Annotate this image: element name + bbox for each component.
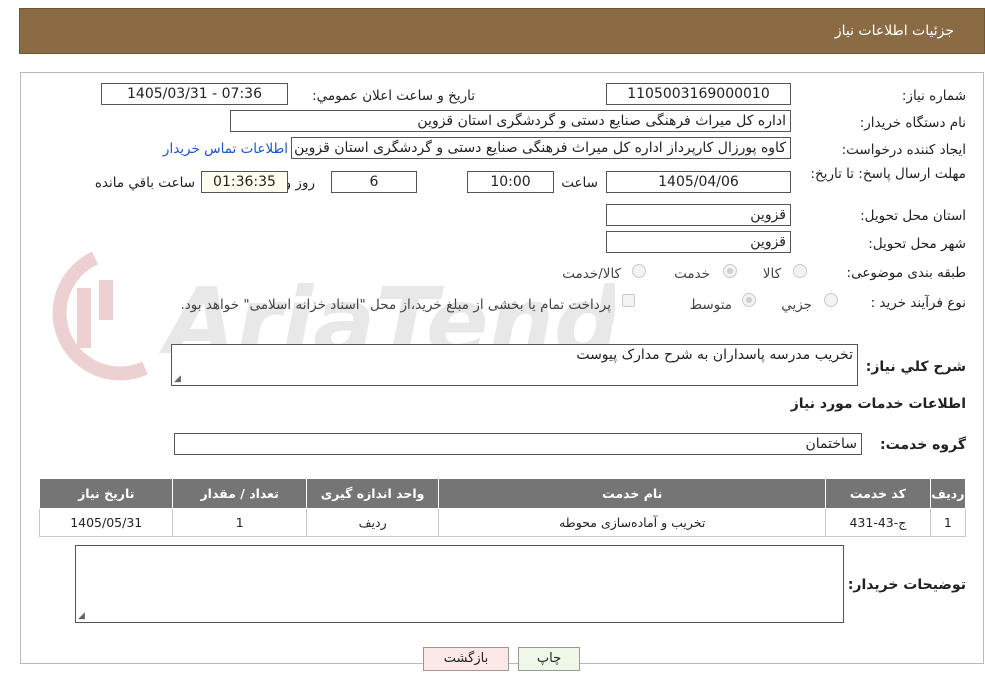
treasury-payment-checkbox[interactable] <box>622 294 635 307</box>
col-need-date: تاريخ نياز <box>38 478 174 509</box>
table-header-row: رديف کد خدمت نام خدمت واحد اندازه گيری ت… <box>38 478 967 509</box>
category-option-service: خدمت <box>674 266 710 282</box>
col-row: رديف <box>929 478 967 509</box>
services-table: رديف کد خدمت نام خدمت واحد اندازه گيری ت… <box>38 478 967 537</box>
remaining-label: ساعت باقي مانده <box>94 175 195 191</box>
treasury-payment-note: پرداخت تمام یا بخشی از مبلغ خرید،از محل … <box>180 297 611 313</box>
remaining-time-field: 01:36:35 <box>201 171 288 193</box>
need-number-label: شماره نیاز: <box>901 88 966 104</box>
page-title: جزئیات اطلاعات نیاز <box>834 23 954 39</box>
cell-row: 1 <box>929 508 967 537</box>
cell-unit: ردیف <box>305 508 440 537</box>
buyer-contact-link[interactable]: اطلاعات تماس خريدار <box>163 141 288 157</box>
col-quantity: تعداد / مقدار <box>172 478 307 509</box>
announce-field: 1405/03/31 - 07:36 <box>101 83 288 105</box>
process-label: نوع فرآيند خريد : <box>870 295 966 311</box>
cell-quantity: 1 <box>172 508 307 537</box>
page-header: جزئیات اطلاعات نیاز <box>19 8 985 54</box>
summary-textarea[interactable]: تخریب مدرسه پاسداران به شرح مدارک پیوست … <box>171 344 858 386</box>
process-option-medium: متوسط <box>689 297 732 313</box>
category-option-goods: کالا <box>762 266 781 282</box>
cell-need-date: 1405/05/31 <box>38 508 174 537</box>
deadline-date-field: 1405/04/06 <box>606 171 791 193</box>
category-radio-service[interactable] <box>723 264 737 278</box>
process-radio-medium[interactable] <box>742 293 756 307</box>
summary-text: تخریب مدرسه پاسداران به شرح مدارک پیوست <box>576 347 853 363</box>
col-unit: واحد اندازه گيری <box>305 478 440 509</box>
city-field: قزوین <box>606 231 791 253</box>
resize-grip-icon: ◢ <box>78 611 85 621</box>
need-number-field: 1105003169000010 <box>606 83 791 105</box>
buyer-notes-textarea[interactable]: ◢ <box>75 545 844 623</box>
summary-label: شرح کلي نياز: <box>865 359 966 375</box>
resize-grip-icon: ◢ <box>174 374 181 384</box>
city-label: شهر محل تحويل: <box>868 236 966 252</box>
province-label: استان محل تحويل: <box>860 208 966 224</box>
table-row: 1 ج-43-431 تخریب و آماده‌سازی محوطه ردیف… <box>38 508 967 537</box>
days-label: روز و <box>284 175 315 191</box>
province-field: قزوین <box>606 204 791 226</box>
deadline-time-label: ساعت <box>561 175 598 191</box>
creator-field: کاوه پورزال کارپرداز اداره کل میراث فرهن… <box>291 137 791 159</box>
back-button[interactable]: بازگشت <box>423 647 509 671</box>
category-radio-goods[interactable] <box>793 264 807 278</box>
category-label: طبقه بندی موضوعی: <box>846 265 966 281</box>
deadline-time-field: 10:00 <box>467 171 554 193</box>
cell-service-code: ج-43-431 <box>825 508 931 537</box>
deadline-label: مهلت ارسال پاسخ: تا تاريخ: <box>810 166 966 182</box>
announce-label: تاریخ و ساعت اعلان عمومي: <box>312 88 475 104</box>
category-radio-goods-service[interactable] <box>632 264 646 278</box>
buyer-notes-label: توضيحات خريدار: <box>847 577 966 593</box>
col-service-name: نام خدمت <box>438 478 827 509</box>
print-button[interactable]: چاپ <box>518 647 580 671</box>
creator-label: ايجاد کننده درخواست: <box>841 142 966 158</box>
services-section-title: اطلاعات خدمات مورد نياز <box>790 396 966 412</box>
process-option-minor: جزيي <box>781 297 812 313</box>
cell-service-name: تخریب و آماده‌سازی محوطه <box>438 508 827 537</box>
col-service-code: کد خدمت <box>825 478 931 509</box>
buyer-org-field: اداره کل میراث فرهنگی صنایع دستی و گردشگ… <box>230 110 791 132</box>
category-option-goods-service: کالا/خدمت <box>562 266 621 282</box>
service-group-label: گروه خدمت: <box>880 437 966 453</box>
days-field: 6 <box>331 171 417 193</box>
buyer-org-label: نام دستگاه خريدار: <box>859 115 966 131</box>
process-radio-minor[interactable] <box>824 293 838 307</box>
service-group-field: ساختمان <box>174 433 862 455</box>
